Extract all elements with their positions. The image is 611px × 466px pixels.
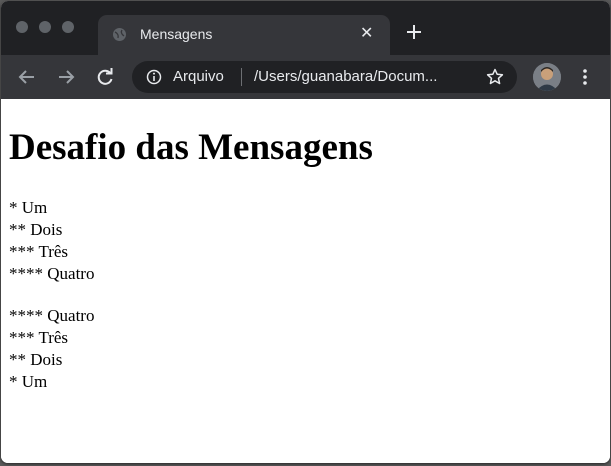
toolbar: Arquivo /Users/guanabara/Docum... bbox=[1, 55, 610, 99]
message-line: ** Dois bbox=[9, 220, 63, 239]
url-text[interactable]: /Users/guanabara/Docum... bbox=[254, 68, 437, 86]
maximize-window-icon[interactable] bbox=[62, 21, 74, 33]
message-line: * Um bbox=[9, 372, 48, 391]
back-arrow-icon[interactable] bbox=[17, 67, 37, 87]
menu-kebab-icon[interactable] bbox=[575, 67, 595, 87]
page-heading: Desafio das Mensagens bbox=[9, 127, 373, 168]
message-line: **** Quatro bbox=[9, 306, 95, 325]
page-content: Desafio das Mensagens * Um ** Dois *** T… bbox=[1, 99, 610, 463]
reload-icon[interactable] bbox=[95, 67, 115, 87]
message-line: **** Quatro bbox=[9, 264, 95, 283]
minimize-window-icon[interactable] bbox=[39, 21, 51, 33]
address-bar[interactable]: Arquivo /Users/guanabara/Docum... bbox=[132, 61, 517, 93]
close-window-icon[interactable] bbox=[16, 21, 28, 33]
message-line: *** Três bbox=[9, 242, 69, 261]
tab-mensagens[interactable]: Mensagens ✕ bbox=[98, 15, 390, 55]
message-line: *** Três bbox=[9, 328, 69, 347]
bookmark-star-icon[interactable] bbox=[485, 67, 505, 87]
scheme-label: Arquivo bbox=[173, 68, 224, 85]
browser-window: Mensagens ✕ Arquivo /Users/guanabara/Doc… bbox=[1, 1, 610, 463]
profile-avatar[interactable] bbox=[533, 63, 561, 91]
forward-arrow-icon[interactable] bbox=[56, 67, 76, 87]
message-group-ascending: * Um ** Dois *** Três **** Quatro bbox=[9, 197, 94, 285]
message-line: ** Dois bbox=[9, 350, 63, 369]
globe-icon bbox=[112, 27, 127, 42]
new-tab-icon[interactable] bbox=[404, 22, 424, 42]
tab-title: Mensagens bbox=[140, 26, 213, 42]
message-line: * Um bbox=[9, 198, 48, 217]
tab-close-icon[interactable]: ✕ bbox=[360, 25, 373, 43]
info-icon[interactable] bbox=[146, 69, 162, 85]
address-divider bbox=[241, 68, 242, 86]
title-bar: Mensagens ✕ bbox=[1, 1, 610, 55]
message-group-descending: **** Quatro *** Três ** Dois * Um bbox=[9, 305, 94, 393]
